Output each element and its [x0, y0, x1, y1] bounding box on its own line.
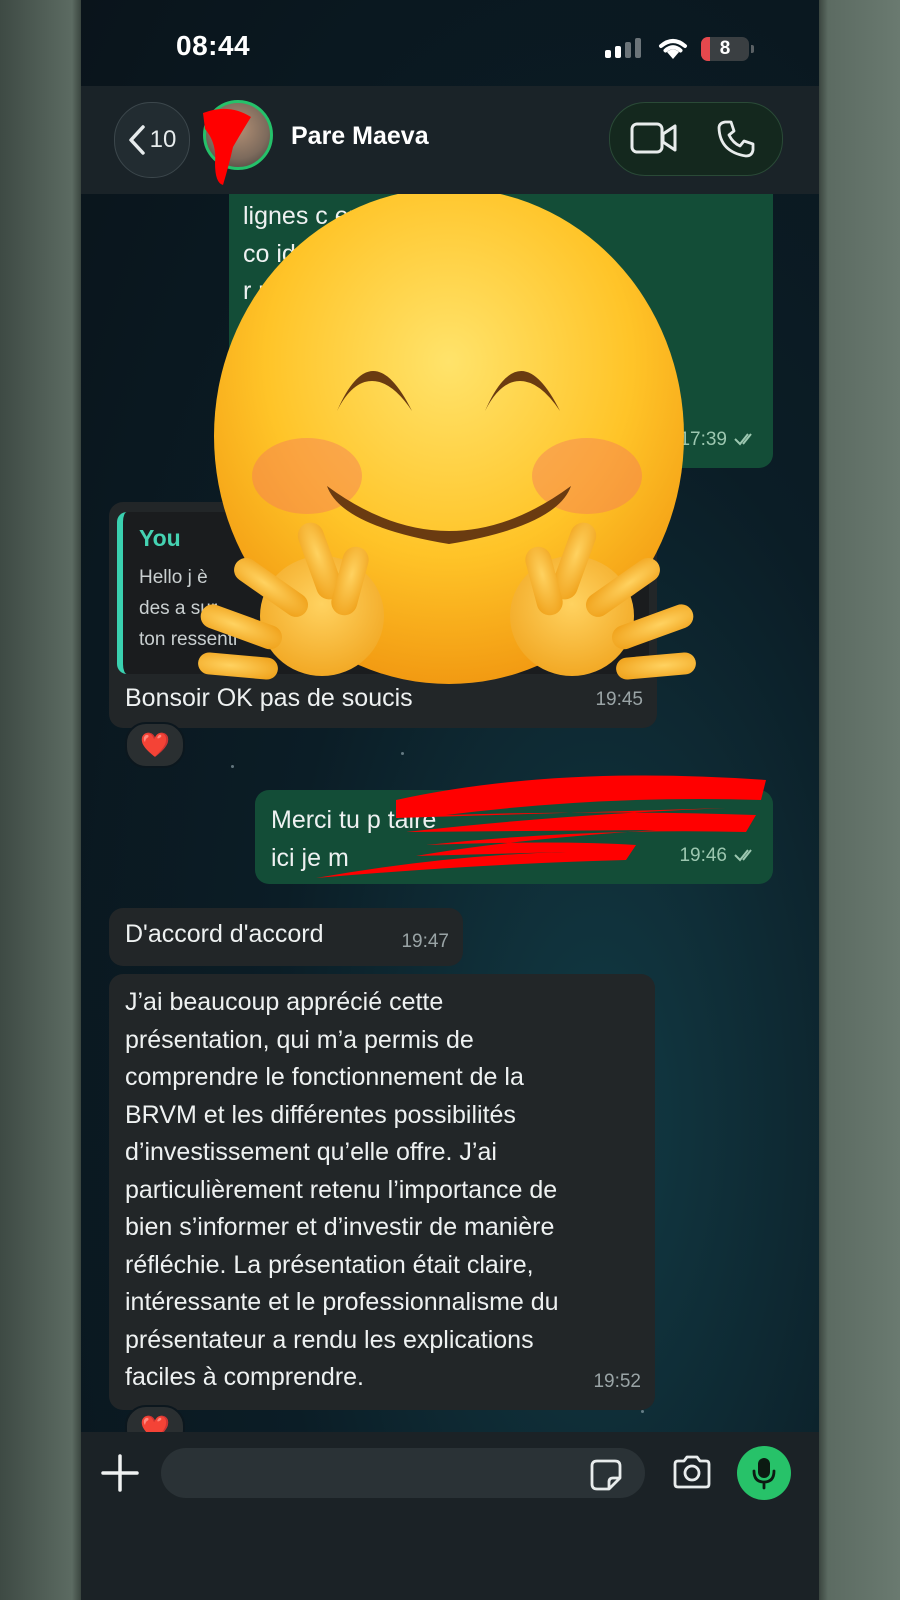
- signal-icon: [605, 38, 641, 58]
- chevron-left-icon: [128, 125, 145, 155]
- microphone-icon: [752, 1458, 776, 1490]
- wallpaper-star: [401, 752, 404, 755]
- camera-icon[interactable]: [671, 1454, 713, 1490]
- back-button[interactable]: 10: [114, 102, 190, 178]
- battery-level: 8: [719, 38, 731, 59]
- phone-call-icon[interactable]: [716, 119, 756, 159]
- sticker-icon[interactable]: [589, 1458, 623, 1492]
- phone-screen: 08:44 8 lignes c enti de la co idée tu p…: [81, 0, 819, 1600]
- red-scribble-redaction: [203, 108, 251, 185]
- message-incoming[interactable]: J’ai beaucoup apprécié cette présentatio…: [109, 974, 655, 1410]
- wifi-icon: [659, 39, 687, 59]
- smiling-face-with-open-hands-emoji: [198, 188, 696, 684]
- wallpaper-star: [231, 765, 234, 768]
- message-meta: 19:52: [593, 1363, 641, 1401]
- video-call-icon[interactable]: [630, 121, 678, 155]
- double-check-icon: [734, 433, 752, 446]
- message-incoming[interactable]: D'accord d'accord 19:47: [109, 908, 463, 966]
- message-time: 19:47: [401, 930, 449, 952]
- message-meta: 19:47: [401, 923, 449, 961]
- quote-author: You: [139, 525, 181, 551]
- battery-tip: [751, 45, 754, 53]
- message-text: D'accord d'accord: [125, 920, 324, 948]
- call-actions: [609, 102, 783, 176]
- plus-icon[interactable]: [99, 1452, 141, 1494]
- red-scribble-redaction: [316, 775, 766, 878]
- message-composer: [81, 1432, 819, 1600]
- status-time: 08:44: [176, 30, 251, 61]
- message-input[interactable]: [161, 1448, 645, 1498]
- wallpaper-star: [641, 1410, 644, 1413]
- message-text: J’ai beaucoup apprécié cette présentatio…: [125, 988, 559, 1391]
- contact-name[interactable]: Pare Maeva: [291, 122, 429, 151]
- unread-count: 10: [149, 126, 177, 153]
- heart-icon: ❤️: [140, 731, 170, 759]
- chat-header: 10 Pare Maeva: [81, 86, 819, 194]
- heart-reaction[interactable]: ❤️: [125, 722, 185, 768]
- microphone-button[interactable]: [737, 1446, 791, 1500]
- message-time: 19:52: [593, 1370, 641, 1392]
- battery-icon: 8: [701, 37, 749, 61]
